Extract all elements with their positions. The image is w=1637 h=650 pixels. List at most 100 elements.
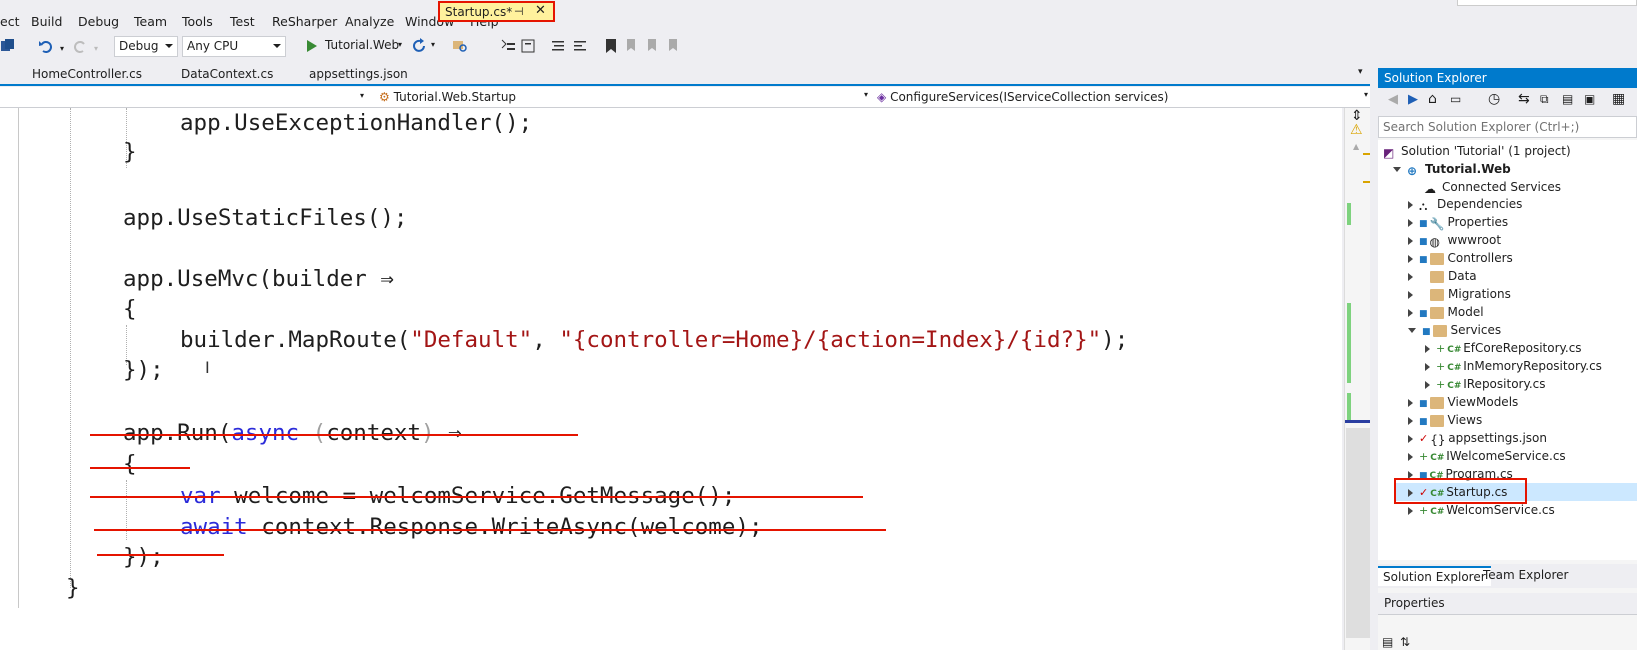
menu-project[interactable]: ect (0, 12, 19, 31)
redo-icon[interactable] (72, 38, 88, 54)
tree-item[interactable]: Migrations (1408, 287, 1511, 305)
tree-item[interactable]: + C# IWelcomeService.cs (1408, 449, 1566, 467)
prev-bookmark-icon[interactable] (624, 38, 640, 54)
code-editor[interactable] (0, 108, 1342, 650)
back-icon[interactable]: ◀ (1388, 92, 1398, 107)
refresh-dropdown-icon[interactable]: ▾ (431, 40, 435, 49)
menu-resharper[interactable]: ReSharper (272, 12, 337, 31)
panel-splitter[interactable] (1370, 60, 1378, 650)
close-icon[interactable]: ✕ (535, 3, 546, 18)
uncomment-icon[interactable] (572, 38, 588, 54)
expanded-arrow-icon[interactable] (1408, 328, 1416, 333)
menu-build[interactable]: Build (31, 12, 62, 31)
show-all-files-icon[interactable]: ▤ (1562, 92, 1573, 106)
tree-item[interactable]: ☁ Connected Services (1424, 180, 1561, 198)
collapsed-arrow-icon[interactable] (1425, 380, 1430, 389)
collapsed-arrow-icon[interactable] (1408, 308, 1413, 317)
expanded-arrow-icon[interactable] (1393, 167, 1401, 172)
csharp-file-icon: C# (1430, 507, 1445, 517)
undo-dropdown-icon[interactable]: ▾ (60, 44, 64, 53)
preview-icon[interactable]: ▣ (1584, 92, 1595, 106)
tree-item[interactable]: Data (1408, 269, 1477, 287)
member-select[interactable]: ◈ ConfigureServices(IServiceCollection s… (873, 88, 1370, 107)
tree-item[interactable]: + C# WelcomService.cs (1408, 503, 1555, 521)
collapsed-arrow-icon[interactable] (1408, 398, 1413, 407)
tree-item[interactable]: ■ Services (1408, 323, 1501, 341)
clear-bookmarks-icon[interactable] (666, 38, 682, 54)
collapsed-arrow-icon[interactable] (1408, 218, 1413, 227)
redo-dropdown-icon[interactable]: ▾ (94, 44, 98, 53)
solution-configuration-select[interactable]: Debug (114, 36, 178, 57)
bookmark-icon[interactable] (603, 38, 619, 54)
forward-icon[interactable]: ▶ (1408, 92, 1418, 107)
menu-debug[interactable]: Debug (78, 12, 119, 31)
collapsed-arrow-icon[interactable] (1408, 452, 1413, 461)
tree-item[interactable]: ✓{} appsettings.json (1408, 431, 1547, 449)
outline-icon[interactable] (520, 38, 536, 54)
collapsed-arrow-icon[interactable] (1408, 434, 1413, 443)
tab-appsettings[interactable]: appsettings.json (309, 67, 408, 81)
tree-item[interactable]: ■ 🔧 Properties (1408, 215, 1508, 233)
properties-icon[interactable]: ▦ (1612, 91, 1625, 107)
menu-test[interactable]: Test (230, 12, 255, 31)
collapsed-arrow-icon[interactable] (1408, 272, 1413, 281)
start-dropdown-icon[interactable]: ▾ (398, 40, 402, 49)
categorized-icon[interactable]: ▤ (1382, 635, 1393, 649)
tree-label: Views (1447, 413, 1483, 427)
solution-platform-select[interactable]: Any CPU (182, 36, 286, 57)
tree-item[interactable]: ■ Model (1408, 305, 1484, 323)
tab-homecontroller[interactable]: HomeController.cs (32, 67, 142, 81)
save-all-icon[interactable] (0, 38, 16, 54)
menu-team[interactable]: Team (134, 12, 167, 31)
text-cursor-icon: I (205, 358, 210, 377)
collapsed-arrow-icon[interactable] (1408, 200, 1413, 209)
project-combo-chevron-icon[interactable]: ▾ (360, 91, 364, 100)
undo-icon[interactable] (38, 38, 54, 54)
tab-overflow-icon[interactable]: ▾ (1358, 67, 1363, 77)
menu-analyze[interactable]: Analyze (345, 12, 394, 31)
pin-icon[interactable]: ⊣ (514, 5, 524, 18)
collapsed-arrow-icon[interactable] (1408, 416, 1413, 425)
collapse-all-icon[interactable]: ⧉ (1540, 92, 1549, 107)
switch-views-icon[interactable]: ▭ (1450, 92, 1461, 106)
scroll-up-icon[interactable]: ▲ (1353, 142, 1359, 151)
collapsed-arrow-icon[interactable] (1408, 254, 1413, 263)
tree-item[interactable]: + C# IRepository.cs (1425, 377, 1546, 395)
next-bookmark-icon[interactable] (645, 38, 661, 54)
tree-item[interactable]: ⛬ Dependencies (1408, 197, 1522, 215)
pending-changes-icon[interactable]: ◷ (1488, 91, 1500, 107)
start-target-label[interactable]: Tutorial.Web (325, 38, 399, 52)
tab-startup[interactable]: Startup.cs* ⊣ ✕ (438, 1, 555, 22)
menu-tools[interactable]: Tools (182, 12, 213, 31)
collapsed-arrow-icon[interactable] (1425, 362, 1430, 371)
collapsed-arrow-icon[interactable] (1425, 344, 1430, 353)
tab-solution-explorer[interactable]: Solution Explorer (1378, 566, 1491, 586)
comment-icon[interactable] (550, 38, 566, 54)
tree-label: Controllers (1447, 251, 1513, 265)
home-icon[interactable]: ⌂ (1428, 91, 1437, 107)
collapsed-arrow-icon[interactable] (1408, 290, 1413, 299)
tree-project[interactable]: ⊕ Tutorial.Web (1393, 162, 1511, 180)
tree-item[interactable]: + C# InMemoryRepository.cs (1425, 359, 1602, 377)
tree-item[interactable]: ■ ViewModels (1408, 395, 1518, 413)
class-select[interactable]: ⚙ Tutorial.Web.Startup ▾ (375, 88, 870, 107)
tree-item[interactable]: ■ Controllers (1408, 251, 1513, 269)
collapsed-arrow-icon[interactable] (1408, 236, 1413, 245)
editor-vertical-scrollbar[interactable]: ⇕ ⚠ ▲ (1344, 108, 1371, 650)
solution-explorer-search[interactable]: Search Solution Explorer (Ctrl+;) (1378, 116, 1637, 138)
scroll-thumb[interactable] (1346, 428, 1370, 638)
tree-solution[interactable]: ◩ Solution 'Tutorial' (1 project) (1383, 144, 1571, 162)
collapsed-arrow-icon[interactable] (1408, 506, 1413, 515)
alphabetical-icon[interactable]: ⇅ (1400, 635, 1410, 649)
tree-item[interactable]: ■ Views (1408, 413, 1482, 431)
tab-team-explorer[interactable]: Team Explorer (1478, 566, 1574, 586)
tab-datacontext[interactable]: DataContext.cs (181, 67, 273, 81)
step-icon[interactable] (500, 38, 516, 54)
sync-icon[interactable]: ⇆ (1518, 91, 1530, 107)
start-debug-icon[interactable] (304, 38, 320, 54)
find-in-files-icon[interactable] (452, 38, 468, 54)
tree-item[interactable]: ■ ◍ wwwroot (1408, 233, 1501, 251)
tree-item[interactable]: + C# EfCoreRepository.cs (1425, 341, 1582, 359)
quick-launch-input[interactable] (1457, 0, 1637, 6)
refresh-icon[interactable] (411, 38, 427, 54)
